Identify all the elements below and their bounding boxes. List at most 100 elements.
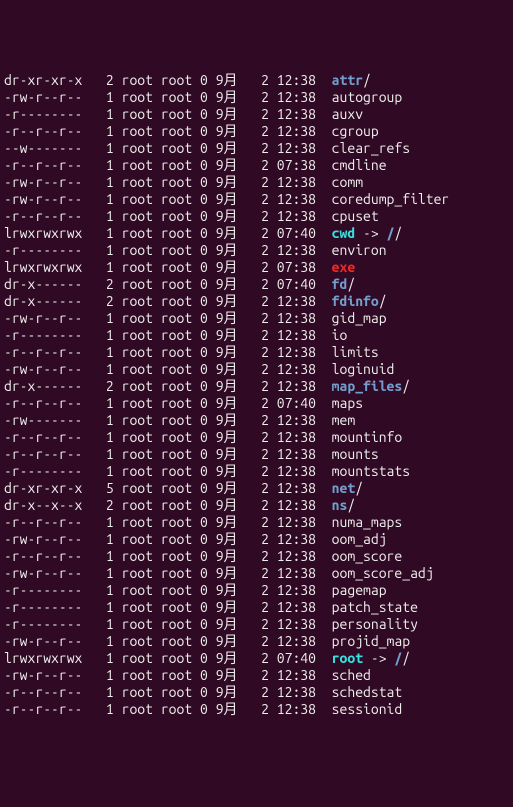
size: 0 (192, 480, 208, 496)
group: root (153, 463, 192, 479)
time: 07:40 (269, 395, 316, 411)
time: 12:38 (269, 446, 316, 462)
month: 9月 (208, 429, 238, 445)
symlink-arrow: -> (355, 225, 386, 241)
links: 1 (82, 514, 113, 530)
group: root (153, 616, 192, 632)
listing-row: lrwxrwxrwx 1 root root 0 9月 2 07:38 exe (4, 259, 509, 276)
symlink-arrow: -> (363, 650, 394, 666)
owner: root (114, 174, 153, 190)
time: 12:38 (269, 599, 316, 615)
perms: -rw------- (4, 412, 82, 428)
filename: ns (332, 497, 348, 513)
type-suffix: / (363, 72, 371, 88)
filename: comm (332, 174, 363, 190)
perms: -r-------- (4, 242, 82, 258)
month: 9月 (208, 259, 238, 275)
group: root (153, 191, 192, 207)
filename: oom_score_adj (332, 565, 434, 581)
type-suffix: / (347, 276, 355, 292)
group: root (153, 514, 192, 530)
month: 9月 (208, 276, 238, 292)
owner: root (114, 667, 153, 683)
perms: dr-x--x--x (4, 497, 82, 513)
listing-row: -rw-r--r-- 1 root root 0 9月 2 12:38 auto… (4, 89, 509, 106)
month: 9月 (208, 191, 238, 207)
links: 1 (82, 310, 113, 326)
links: 1 (82, 429, 113, 445)
filename: personality (332, 616, 418, 632)
owner: root (114, 582, 153, 598)
listing-row: dr-x------ 2 root root 0 9月 2 12:38 fdin… (4, 293, 509, 310)
listing-row: -r--r--r-- 1 root root 0 9月 2 12:38 cgro… (4, 123, 509, 140)
filename: mem (332, 412, 356, 428)
listing-row: -r-------- 1 root root 0 9月 2 12:38 auxv (4, 106, 509, 123)
perms: -r--r--r-- (4, 157, 82, 173)
listing-row: dr-x------ 2 root root 0 9月 2 12:38 map_… (4, 378, 509, 395)
perms: -rw-r--r-- (4, 667, 82, 683)
filename: net (332, 480, 356, 496)
month: 9月 (208, 497, 238, 513)
day: 2 (238, 242, 269, 258)
owner: root (114, 293, 153, 309)
perms: -r-------- (4, 327, 82, 343)
links: 1 (82, 582, 113, 598)
group: root (153, 497, 192, 513)
group: root (153, 327, 192, 343)
filename: map_files (332, 378, 403, 394)
time: 07:38 (269, 259, 316, 275)
links: 1 (82, 599, 113, 615)
size: 0 (192, 123, 208, 139)
owner: root (114, 106, 153, 122)
filename: patch_state (332, 599, 418, 615)
links: 1 (82, 684, 113, 700)
time: 12:38 (269, 327, 316, 343)
type-suffix: / (347, 497, 355, 513)
month: 9月 (208, 344, 238, 360)
filename: cmdline (332, 157, 387, 173)
month: 9月 (208, 242, 238, 258)
links: 1 (82, 140, 113, 156)
owner: root (114, 463, 153, 479)
group: root (153, 344, 192, 360)
size: 0 (192, 446, 208, 462)
perms: -r--r--r-- (4, 684, 82, 700)
time: 12:38 (269, 191, 316, 207)
links: 1 (82, 667, 113, 683)
time: 12:38 (269, 429, 316, 445)
listing-row: -rw-r--r-- 1 root root 0 9月 2 12:38 core… (4, 191, 509, 208)
size: 0 (192, 361, 208, 377)
time: 12:38 (269, 140, 316, 156)
perms: -r-------- (4, 599, 82, 615)
time: 12:38 (269, 174, 316, 190)
month: 9月 (208, 599, 238, 615)
group: root (153, 242, 192, 258)
size: 0 (192, 72, 208, 88)
owner: root (114, 327, 153, 343)
symlink-target: / (394, 650, 402, 666)
size: 0 (192, 599, 208, 615)
month: 9月 (208, 463, 238, 479)
group: root (153, 395, 192, 411)
owner: root (114, 242, 153, 258)
size: 0 (192, 701, 208, 717)
owner: root (114, 191, 153, 207)
size: 0 (192, 463, 208, 479)
perms: --w------- (4, 140, 82, 156)
day: 2 (238, 599, 269, 615)
listing-row: -r--r--r-- 1 root root 0 9月 2 12:38 limi… (4, 344, 509, 361)
month: 9月 (208, 361, 238, 377)
month: 9月 (208, 616, 238, 632)
owner: root (114, 497, 153, 513)
owner: root (114, 123, 153, 139)
filename: autogroup (332, 89, 403, 105)
month: 9月 (208, 514, 238, 530)
time: 12:38 (269, 293, 316, 309)
links: 1 (82, 344, 113, 360)
listing-row: -rw-r--r-- 1 root root 0 9月 2 12:38 sche… (4, 667, 509, 684)
terminal-output[interactable]: dr-xr-xr-x 2 root root 0 9月 2 12:38 attr… (4, 72, 509, 718)
month: 9月 (208, 89, 238, 105)
day: 2 (238, 123, 269, 139)
owner: root (114, 514, 153, 530)
day: 2 (238, 89, 269, 105)
